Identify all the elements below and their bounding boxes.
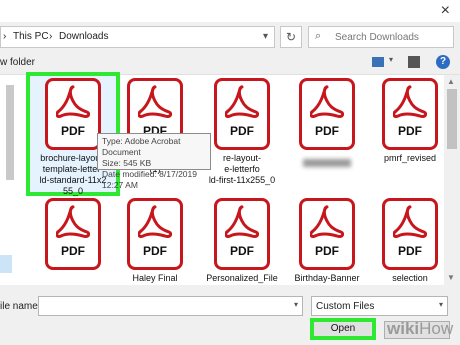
pdf-label: PDF (230, 244, 254, 258)
watermark-prefix: wiki (387, 319, 420, 338)
pdf-file-icon: PDF (45, 198, 101, 270)
path-chevron-icon: › (3, 31, 7, 42)
search-icon: ⌕ (315, 30, 322, 42)
pdf-label: PDF (230, 124, 254, 138)
pdf-file-icon: PDF (214, 78, 270, 150)
file-type-select[interactable]: Custom Files ▾ (311, 296, 448, 316)
file-name: selection (368, 273, 452, 284)
watermark: wikiHow (387, 319, 453, 339)
file-item[interactable]: PDFPersonalized_Files (1) (200, 198, 284, 295)
file-name-input[interactable]: ▾ (38, 296, 303, 316)
file-name-line: Haley Final (132, 273, 178, 283)
pdf-file-icon: PDF (382, 198, 438, 270)
title-bar: × (0, 0, 460, 22)
file-tooltip: Type: Adobe Acrobat Document Size: 545 K… (97, 133, 211, 190)
chevron-down-icon[interactable]: ▾ (439, 300, 443, 309)
scrollbar-thumb[interactable] (447, 89, 457, 149)
vertical-scrollbar[interactable]: ▲ ▼ (444, 75, 460, 285)
watermark-suffix: How (419, 319, 454, 338)
file-name (285, 153, 369, 170)
pdf-label: PDF (315, 244, 339, 258)
file-name-line: Personalized_File (206, 273, 278, 283)
open-file-dialog: × › This PC › Downloads ▾ ↻ ⌕ Search Dow… (0, 0, 460, 345)
file-item[interactable]: PDFHaley FinalArtwork (1) (113, 198, 197, 295)
preview-pane-icon[interactable] (408, 56, 420, 68)
pdf-label: PDF (143, 244, 167, 258)
blurred-file-name (303, 159, 351, 167)
view-icon[interactable] (372, 57, 384, 67)
file-name: pmrf_revised (368, 153, 452, 164)
file-name-label: ile name: (0, 301, 41, 312)
address-path[interactable]: › This PC › Downloads ▾ (0, 26, 275, 48)
file-name-line: selection (392, 273, 428, 283)
file-item[interactable]: PDF re-layout-e-letterfo ld-first-11x255_0 (200, 78, 284, 186)
pdf-file-icon: PDF (45, 78, 101, 150)
file-name-line: Birthday-Banner (294, 273, 360, 283)
refresh-icon[interactable]: ↻ (280, 26, 302, 48)
pdf-file-icon: PDF (299, 78, 355, 150)
pdf-file-icon: PDF (214, 198, 270, 270)
pdf-file-icon: PDF (299, 198, 355, 270)
breadcrumb-this-pc[interactable]: This PC (13, 31, 49, 42)
nav-scrollbar-thumb[interactable] (6, 85, 14, 180)
pdf-label: PDF (398, 244, 422, 258)
file-type-value: Custom Files (316, 301, 375, 312)
file-name-line: pmrf_revised (383, 153, 437, 163)
pdf-label: PDF (61, 124, 85, 138)
close-icon[interactable]: × (441, 2, 450, 20)
pdf-label: PDF (315, 124, 339, 138)
file-item[interactable]: PDF (31, 198, 115, 273)
new-folder-button[interactable]: w folder (0, 57, 35, 68)
file-name: Birthday-Banner (285, 273, 369, 284)
help-icon[interactable]: ? (436, 55, 450, 69)
scroll-up-icon[interactable]: ▲ (447, 77, 455, 86)
nav-selected-item[interactable] (0, 255, 12, 273)
file-item[interactable]: PDF (285, 78, 369, 170)
breadcrumb-downloads[interactable]: Downloads (59, 31, 108, 42)
scroll-down-icon[interactable]: ▼ (447, 273, 455, 282)
chevron-down-icon[interactable]: ▾ (294, 300, 298, 309)
tooltip-size: Size: 545 KB (102, 158, 152, 168)
file-name: re-layout-e-letterfo ld-first-11x255_0 (200, 153, 284, 186)
file-item[interactable]: PDF Birthday-Banner (285, 198, 369, 284)
search-placeholder: Search Downloads (335, 32, 419, 43)
file-name-line: ld-first-11x255_0 (208, 175, 276, 185)
chevron-down-icon[interactable]: ▾ (263, 31, 268, 42)
pdf-file-icon: PDF (127, 198, 183, 270)
pdf-file-icon: PDF (382, 78, 438, 150)
address-bar-row: › This PC › Downloads ▾ ↻ ⌕ Search Downl… (0, 22, 460, 52)
file-name-line: re-layout- (222, 153, 261, 163)
pdf-label: PDF (61, 244, 85, 258)
breadcrumb-separator: › (49, 31, 53, 42)
file-name-line: e-letterfo (224, 164, 260, 174)
pdf-label: PDF (398, 124, 422, 138)
file-item[interactable]: PDF pmrf_revised (368, 78, 452, 164)
open-button[interactable]: Open (310, 318, 376, 340)
search-input[interactable]: ⌕ Search Downloads (308, 26, 454, 48)
chevron-down-icon[interactable]: ▾ (389, 55, 393, 64)
tooltip-date: Date modified: 8/17/2019 12:27 AM (102, 169, 197, 190)
tooltip-type: Type: Adobe Acrobat Document (102, 136, 181, 157)
file-item[interactable]: PDF selection (368, 198, 452, 284)
